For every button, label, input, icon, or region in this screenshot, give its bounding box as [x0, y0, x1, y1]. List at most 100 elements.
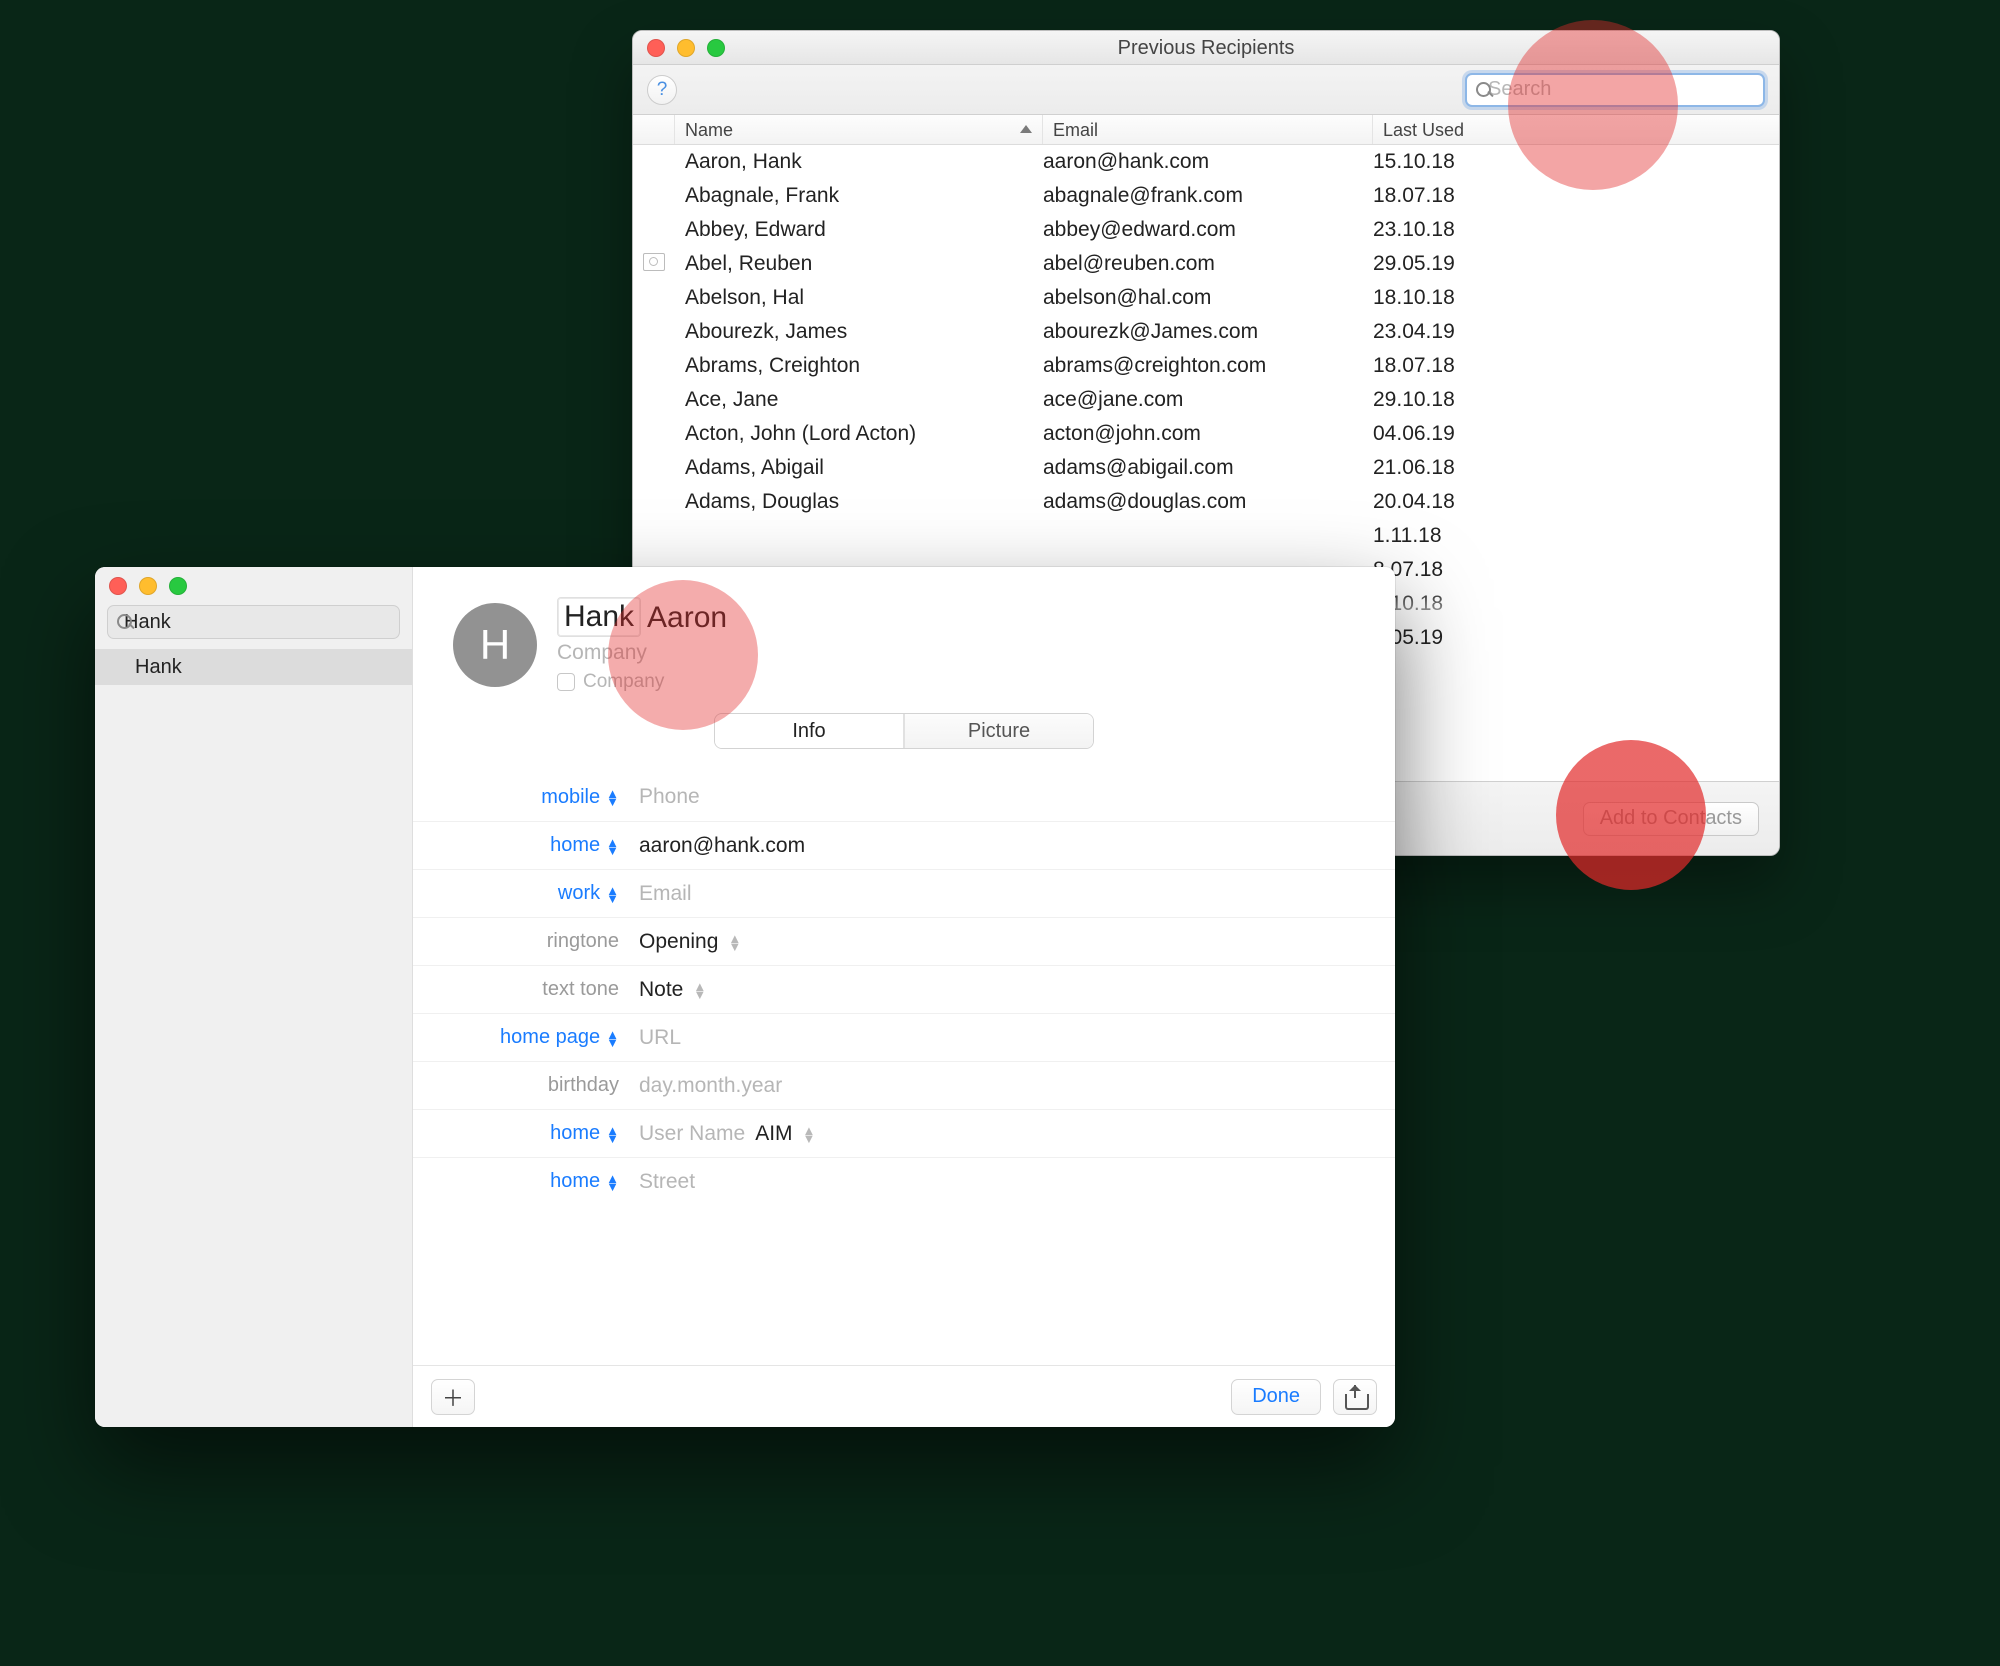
field-row-text_tone: text toneNote▲▼ — [413, 965, 1395, 1013]
titlebar[interactable]: Previous Recipients — [633, 31, 1779, 65]
cell-name: Abagnale, Frank — [675, 184, 1043, 208]
cell-name: Ace, Jane — [675, 388, 1043, 412]
cell-last: 21.06.18 — [1373, 456, 1769, 480]
field-label[interactable]: work▲▼ — [413, 882, 623, 905]
chevron-updown-icon[interactable]: ▲▼ — [606, 1126, 619, 1142]
cell-last: 18.07.18 — [1373, 184, 1769, 208]
sidebar-list: Hank — [95, 649, 412, 1427]
chevron-updown-icon[interactable]: ▲▼ — [693, 982, 706, 998]
chevron-updown-icon[interactable]: ▲▼ — [606, 1174, 619, 1190]
zoom-icon[interactable] — [707, 39, 725, 57]
avatar[interactable]: H — [453, 603, 537, 687]
tab-picture[interactable]: Picture — [904, 714, 1093, 748]
sidebar: Hank — [95, 567, 413, 1427]
cell-name: Aaron, Hank — [675, 150, 1043, 174]
column-email[interactable]: Email — [1043, 115, 1373, 144]
field-row-mobile: mobile▲▼Phone — [413, 773, 1395, 821]
table-row[interactable]: Abelson, Halabelson@hal.com18.10.18 — [633, 281, 1779, 315]
table-row[interactable]: Adams, Douglasadams@douglas.com20.04.18 — [633, 485, 1779, 519]
chevron-updown-icon[interactable]: ▲▼ — [606, 1030, 619, 1046]
chevron-updown-icon[interactable]: ▲▼ — [728, 934, 741, 950]
column-name[interactable]: Name — [675, 115, 1043, 144]
cell-last: 1.11.18 — [1373, 524, 1769, 548]
cell-last: 23.10.18 — [1373, 218, 1769, 242]
field-label[interactable]: home▲▼ — [413, 1170, 623, 1193]
add-to-contacts-button[interactable]: Add to Contacts — [1583, 802, 1759, 836]
cell-name: Abelson, Hal — [675, 286, 1043, 310]
close-icon[interactable] — [647, 39, 665, 57]
table-row[interactable]: Abagnale, Frankabagnale@frank.com18.07.1… — [633, 179, 1779, 213]
cell-email: abbey@edward.com — [1043, 218, 1373, 242]
search-text[interactable] — [1486, 77, 1755, 102]
cell-email: abourezk@James.com — [1043, 320, 1373, 344]
cell-email: abrams@creighton.com — [1043, 354, 1373, 378]
table-row[interactable]: Abel, Reubenabel@reuben.com29.05.19 — [633, 247, 1779, 281]
table-row[interactable]: Abourezk, Jamesabourezk@James.com23.04.1… — [633, 315, 1779, 349]
toolbar: ? — [633, 65, 1779, 115]
cell-last: 23.04.19 — [1373, 320, 1769, 344]
cell-name: Abbey, Edward — [675, 218, 1043, 242]
field-value[interactable]: Opening▲▼ — [623, 930, 1395, 954]
table-row[interactable]: Abbey, Edwardabbey@edward.com23.10.18 — [633, 213, 1779, 247]
field-value[interactable]: day.month.year — [623, 1074, 1395, 1098]
field-label[interactable]: mobile▲▼ — [413, 786, 623, 809]
table-row[interactable]: Adams, Abigailadams@abigail.com21.06.18 — [633, 451, 1779, 485]
table-row[interactable]: Acton, John (Lord Acton)acton@john.com04… — [633, 417, 1779, 451]
table-row[interactable]: 1.11.18 — [633, 519, 1779, 553]
share-icon — [1345, 1386, 1365, 1408]
field-row-address: home▲▼Street — [413, 1157, 1395, 1205]
contact-status-icon — [633, 253, 675, 276]
cell-email: adams@douglas.com — [1043, 490, 1373, 514]
chevron-updown-icon[interactable]: ▲▼ — [606, 789, 619, 805]
last-name-field[interactable]: Aaron — [647, 599, 727, 635]
field-label[interactable]: home page▲▼ — [413, 1026, 623, 1049]
field-value[interactable]: Phone — [623, 785, 1395, 809]
chevron-updown-icon[interactable]: ▲▼ — [606, 838, 619, 854]
first-name-field[interactable]: Hank — [557, 597, 641, 637]
sidebar-search-text[interactable] — [122, 610, 391, 635]
sidebar-search[interactable] — [107, 605, 400, 639]
field-label[interactable]: home▲▼ — [413, 834, 623, 857]
table-row[interactable]: Ace, Janeace@jane.com29.10.18 — [633, 383, 1779, 417]
cell-email: abagnale@frank.com — [1043, 184, 1373, 208]
help-button[interactable]: ? — [647, 75, 677, 105]
close-icon[interactable] — [109, 577, 127, 595]
cell-last: 29.10.18 — [1373, 388, 1769, 412]
column-last-used[interactable]: Last Used — [1373, 115, 1779, 144]
field-row-work_mail: work▲▼Email — [413, 869, 1395, 917]
field-value[interactable]: URL — [623, 1026, 1395, 1050]
search-input[interactable] — [1465, 73, 1765, 107]
field-value[interactable]: aaron@hank.com — [623, 834, 1395, 858]
window-title: Previous Recipients — [1118, 37, 1295, 59]
field-label[interactable]: home▲▼ — [413, 1122, 623, 1145]
table-row[interactable]: Aaron, Hankaaron@hank.com15.10.18 — [633, 145, 1779, 179]
company-field[interactable]: Company — [557, 641, 727, 665]
cell-last: 7.05.19 — [1373, 626, 1769, 650]
chevron-updown-icon[interactable]: ▲▼ — [606, 886, 619, 902]
minimize-icon[interactable] — [139, 577, 157, 595]
done-button[interactable]: Done — [1231, 1379, 1321, 1415]
tab-info[interactable]: Info — [715, 714, 904, 748]
cell-email: adams@abigail.com — [1043, 456, 1373, 480]
cell-name: Abel, Reuben — [675, 252, 1043, 276]
field-value[interactable]: Street — [623, 1170, 1395, 1194]
table-row[interactable]: Abrams, Creightonabrams@creighton.com18.… — [633, 349, 1779, 383]
chevron-updown-icon[interactable]: ▲▼ — [803, 1126, 816, 1142]
cell-name: Adams, Abigail — [675, 456, 1043, 480]
zoom-icon[interactable] — [169, 577, 187, 595]
traffic-lights — [109, 577, 187, 595]
cell-last: 18.10.18 — [1373, 286, 1769, 310]
cell-name: Abourezk, James — [675, 320, 1043, 344]
company-checkbox[interactable] — [557, 673, 575, 691]
field-value[interactable]: User NameAIM▲▼ — [623, 1122, 1395, 1146]
field-value[interactable]: Note▲▼ — [623, 978, 1395, 1002]
cell-last: 15.10.18 — [1373, 150, 1769, 174]
minimize-icon[interactable] — [677, 39, 695, 57]
sidebar-item[interactable]: Hank — [95, 649, 412, 685]
cell-last: 20.04.18 — [1373, 490, 1769, 514]
cell-last: 18.07.18 — [1373, 354, 1769, 378]
add-field-button[interactable]: ＋ — [431, 1379, 475, 1415]
share-button[interactable] — [1333, 1379, 1377, 1415]
cell-email: acton@john.com — [1043, 422, 1373, 446]
field-value[interactable]: Email — [623, 882, 1395, 906]
